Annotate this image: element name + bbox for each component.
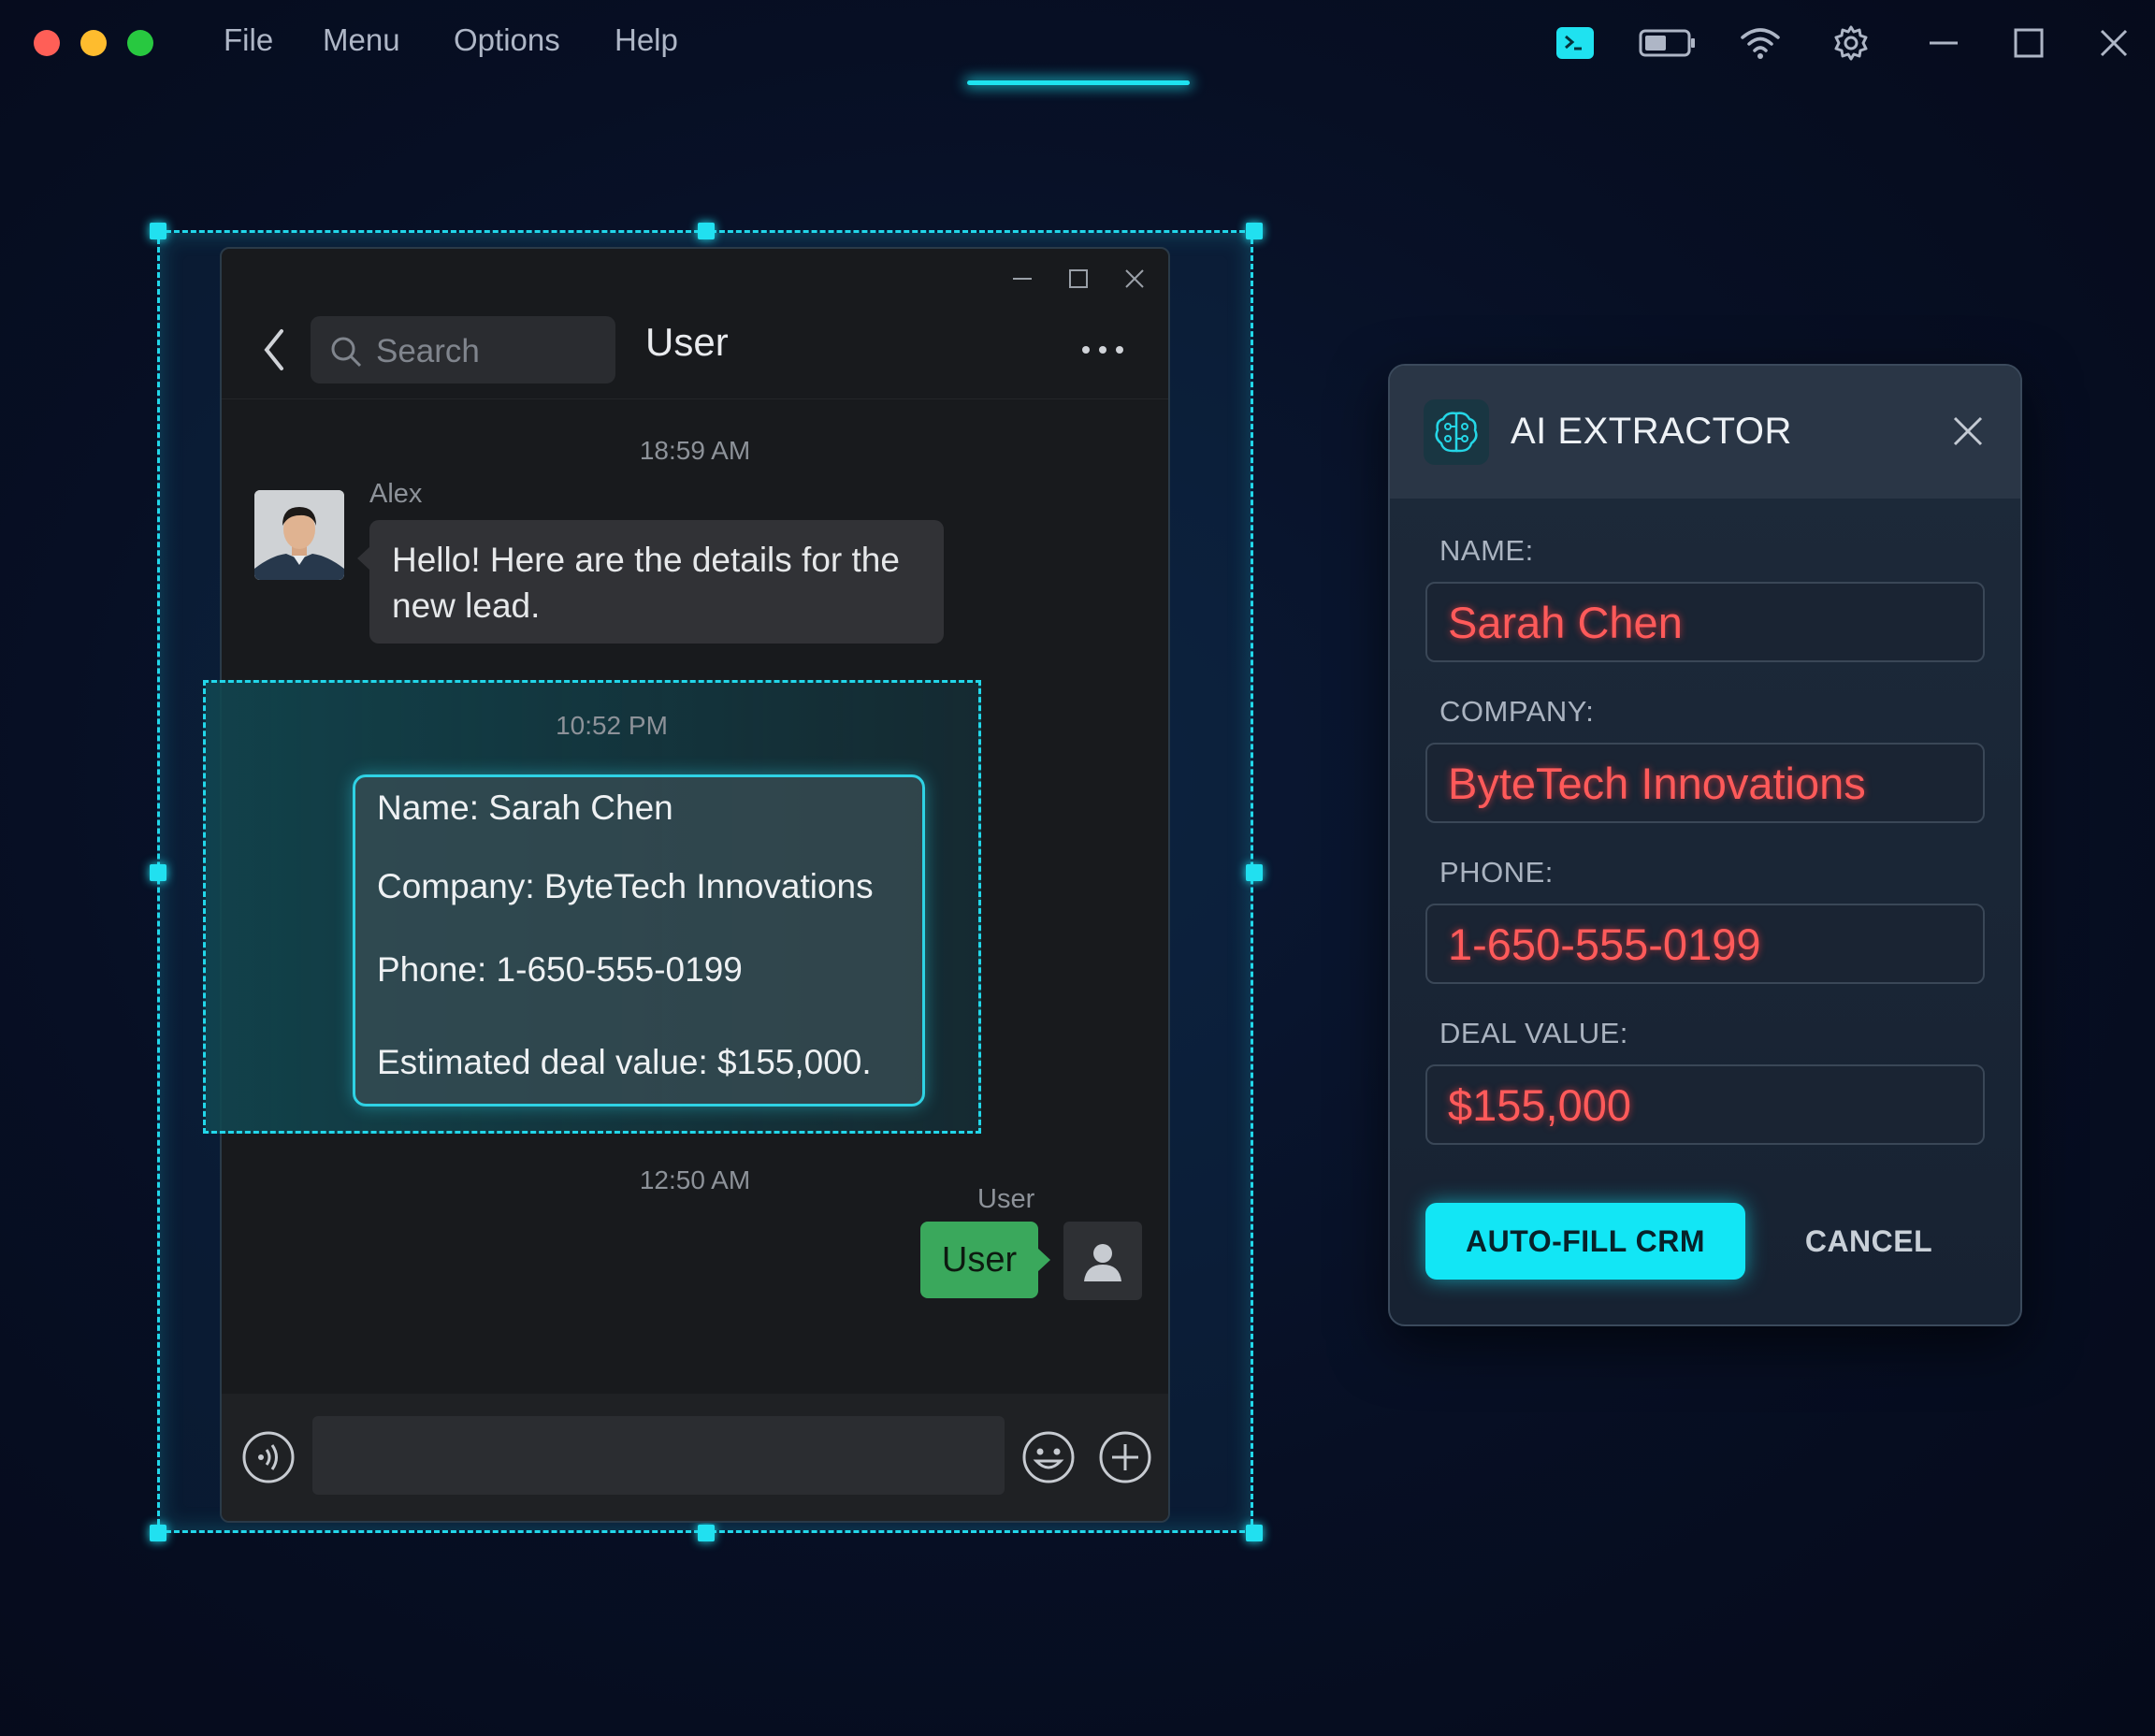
emoji-icon[interactable] — [1020, 1429, 1077, 1490]
field-label-company: COMPANY: — [1439, 695, 1595, 728]
resize-handle-bottom[interactable] — [698, 1525, 715, 1541]
field-label-phone: PHONE: — [1439, 856, 1554, 889]
message-line-phone: Phone: 1-650-555-0199 — [377, 950, 743, 989]
sender-name: Alex — [369, 479, 423, 509]
deal-value-field[interactable]: $155,000 — [1425, 1064, 1985, 1145]
lead-details-message[interactable]: Name: Sarah Chen Company: ByteTech Innov… — [353, 774, 925, 1107]
resize-handle-bottom-right[interactable] — [1246, 1525, 1263, 1541]
back-chevron-icon[interactable] — [255, 322, 293, 378]
company-value: ByteTech Innovations — [1448, 759, 1866, 808]
menu-menu[interactable]: Menu — [323, 22, 400, 58]
menu-help[interactable]: Help — [615, 22, 678, 58]
avatar-alex[interactable] — [254, 490, 344, 580]
message-line-company: Company: ByteTech Innovations — [377, 867, 874, 905]
chat-header: Search User — [222, 305, 1168, 399]
battery-icon[interactable] — [1639, 21, 1697, 65]
resize-handle-bottom-left[interactable] — [150, 1525, 166, 1541]
message-timestamp: 18:59 AM — [639, 436, 751, 465]
minimize-icon[interactable] — [1921, 21, 1966, 65]
field-label-deal-value: DEAL VALUE: — [1439, 1017, 1628, 1049]
gear-icon[interactable] — [1829, 21, 1873, 65]
menu-options[interactable]: Options — [454, 22, 560, 58]
add-attachment-icon[interactable] — [1097, 1429, 1153, 1490]
minimize-window-button[interactable] — [80, 30, 107, 56]
message-line-name: Name: Sarah Chen — [377, 788, 673, 827]
resize-handle-top-left[interactable] — [150, 223, 166, 239]
search-placeholder: Search — [376, 333, 480, 369]
phone-value: 1-650-555-0199 — [1448, 919, 1761, 969]
outgoing-message-bubble[interactable]: User — [920, 1222, 1050, 1298]
menu-file[interactable]: File — [224, 22, 273, 58]
message-line-deal-value: Estimated deal value: $155,000. — [377, 1043, 872, 1081]
terminal-icon[interactable] — [1553, 21, 1598, 65]
message-timestamp: 10:52 PM — [556, 711, 668, 740]
panel-header: AI EXTRACTOR — [1390, 366, 2020, 499]
highlighted-message-region[interactable]: 10:52 PM Name: Sarah Chen Company: ByteT… — [203, 680, 981, 1134]
close-icon[interactable] — [2091, 21, 2136, 65]
cancel-button[interactable]: CANCEL — [1777, 1203, 1960, 1280]
chat-title: User — [645, 320, 729, 364]
auto-fill-crm-button[interactable]: AUTO-FILL CRM — [1425, 1203, 1745, 1280]
maximize-icon[interactable] — [2006, 21, 2051, 65]
resize-handle-top-right[interactable] — [1246, 223, 1263, 239]
chat-close-icon[interactable] — [1118, 262, 1151, 296]
name-field[interactable]: Sarah Chen — [1425, 582, 1985, 662]
zoom-window-button[interactable] — [127, 30, 153, 56]
company-field[interactable]: ByteTech Innovations — [1425, 743, 1985, 823]
message-input[interactable] — [312, 1416, 1005, 1495]
more-options-icon[interactable] — [1075, 331, 1131, 369]
field-label-name: NAME: — [1439, 534, 1534, 567]
search-box[interactable]: Search — [311, 316, 615, 383]
title-bar: File Menu Options Help — [0, 0, 2155, 86]
deal-value: $155,000 — [1448, 1080, 1632, 1130]
wifi-icon[interactable] — [1738, 21, 1783, 65]
close-window-button[interactable] — [34, 30, 60, 56]
message-composer — [222, 1394, 1168, 1521]
phone-field[interactable]: 1-650-555-0199 — [1425, 904, 1985, 984]
resize-handle-top[interactable] — [698, 223, 715, 239]
resize-handle-right[interactable] — [1246, 864, 1263, 881]
panel-title: AI EXTRACTOR — [1511, 411, 1792, 452]
user-avatar-icon[interactable] — [1063, 1222, 1142, 1300]
incoming-message-bubble[interactable]: Hello! Here are the details for the new … — [357, 520, 944, 644]
brain-icon — [1424, 399, 1489, 465]
panel-close-icon[interactable] — [1949, 412, 1987, 450]
chat-minimize-icon[interactable] — [1005, 262, 1039, 296]
name-value: Sarah Chen — [1448, 598, 1683, 647]
sender-name: User — [977, 1184, 1035, 1214]
search-icon — [329, 335, 363, 373]
voice-input-icon[interactable] — [240, 1429, 296, 1490]
ai-extractor-panel: AI EXTRACTOR NAME: Sarah Chen COMPANY: B… — [1388, 364, 2022, 1326]
chat-maximize-icon[interactable] — [1062, 262, 1095, 296]
active-indicator — [967, 80, 1190, 85]
resize-handle-left[interactable] — [150, 864, 166, 881]
